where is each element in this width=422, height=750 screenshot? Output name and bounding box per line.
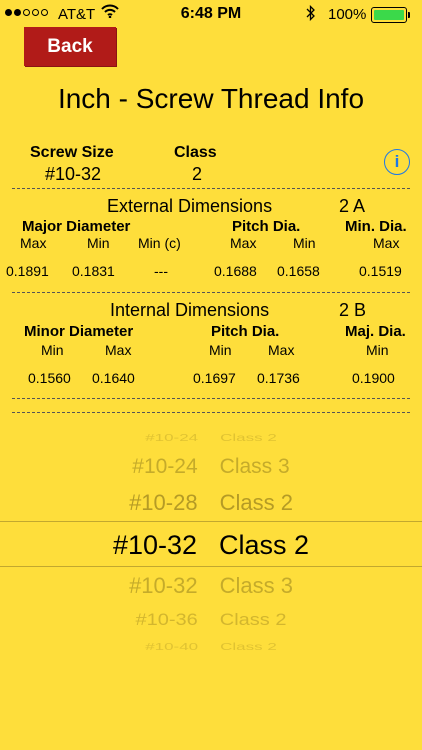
internal-minor-diameter-header: Minor Diameter bbox=[24, 323, 134, 340]
internal-sub-pitch-max: Max bbox=[268, 342, 295, 358]
internal-pitch-max-value: 0.1736 bbox=[257, 370, 300, 386]
internal-class-code: 2 B bbox=[339, 300, 367, 320]
internal-pitch-header: Pitch Dia. bbox=[211, 323, 280, 340]
external-major-diameter-header: Major Diameter bbox=[22, 218, 131, 235]
external-class-code: 2 A bbox=[339, 196, 366, 216]
screw-size-label: Screw Size bbox=[30, 144, 114, 161]
picker-row[interactable]: #10-32 Class 3 bbox=[0, 573, 422, 599]
info-icon[interactable]: i bbox=[384, 149, 410, 175]
internal-sub-max: Max bbox=[105, 342, 132, 358]
external-pitch-min-value: 0.1658 bbox=[277, 263, 320, 279]
internal-minor-max-value: 0.1640 bbox=[92, 370, 135, 386]
internal-major-header: Maj. Dia. bbox=[345, 323, 406, 340]
external-sub-pitch-max: Max bbox=[230, 235, 257, 251]
internal-major-min-value: 0.1900 bbox=[352, 370, 395, 386]
class-value: 2 bbox=[192, 164, 203, 184]
external-sub-minc: Min (c) bbox=[138, 235, 181, 251]
internal-sub-major-min: Min bbox=[366, 342, 389, 358]
internal-sub-pitch-min: Min bbox=[209, 342, 232, 358]
external-sub-minor-max: Max bbox=[373, 235, 400, 251]
external-major-minc-value: --- bbox=[154, 263, 168, 279]
class-label: Class bbox=[174, 144, 217, 161]
battery-tip bbox=[408, 12, 410, 18]
external-pitch-max-value: 0.1688 bbox=[214, 263, 257, 279]
external-sub-min: Min bbox=[87, 235, 110, 251]
screw-size-value: #10-32 bbox=[45, 164, 102, 184]
divider bbox=[12, 412, 410, 413]
back-button[interactable]: Back bbox=[24, 27, 116, 66]
external-major-min-value: 0.1831 bbox=[72, 263, 115, 279]
internal-dimensions-title: Internal Dimensions bbox=[110, 300, 270, 320]
internal-sub-min: Min bbox=[41, 342, 64, 358]
divider bbox=[12, 398, 410, 399]
divider bbox=[12, 292, 410, 293]
battery-percent: 100% bbox=[328, 6, 367, 23]
internal-pitch-min-value: 0.1697 bbox=[193, 370, 236, 386]
bluetooth-icon bbox=[306, 4, 316, 25]
picker-row[interactable]: #10-40 Class 2 bbox=[0, 641, 422, 653]
picker-selection-bottom-line bbox=[0, 566, 422, 567]
external-sub-max: Max bbox=[20, 235, 47, 251]
picker-row[interactable]: #10-28 Class 2 bbox=[0, 490, 422, 516]
internal-minor-min-value: 0.1560 bbox=[28, 370, 71, 386]
external-minor-header: Min. Dia. bbox=[345, 218, 407, 235]
external-pitch-header: Pitch Dia. bbox=[232, 218, 301, 235]
picker-selection-top-line bbox=[0, 521, 422, 522]
external-major-max-value: 0.1891 bbox=[6, 263, 49, 279]
divider bbox=[12, 188, 410, 189]
picker-row-selected[interactable]: #10-32 Class 2 bbox=[0, 530, 422, 561]
external-minor-max-value: 0.1519 bbox=[359, 263, 402, 279]
picker-row[interactable]: #10-24 Class 3 bbox=[0, 455, 422, 479]
page-title: Inch - Screw Thread Info bbox=[57, 83, 365, 114]
picker-row[interactable]: #10-36 Class 2 bbox=[0, 611, 422, 631]
external-sub-pitch-min: Min bbox=[293, 235, 316, 251]
picker-row[interactable]: #10-24 Class 2 bbox=[0, 432, 422, 444]
status-bar: AT&T 6:48 PM 100% bbox=[0, 0, 422, 30]
battery-icon bbox=[371, 7, 407, 23]
external-dimensions-title: External Dimensions bbox=[107, 196, 273, 216]
